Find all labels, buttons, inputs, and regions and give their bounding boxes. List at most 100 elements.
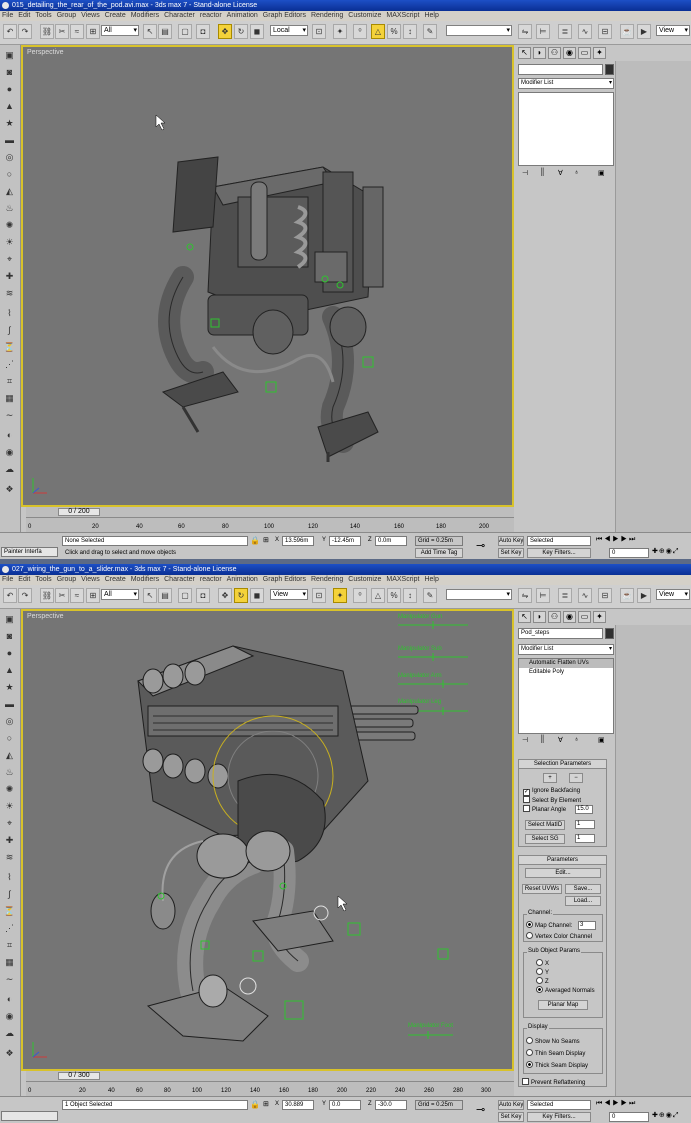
render-icon[interactable]: ◉	[3, 1010, 16, 1023]
configure-sets-icon[interactable]: ▣	[598, 169, 605, 177]
absolute-mode-icon[interactable]: ⊞	[263, 536, 269, 544]
menu-rendering[interactable]: Rendering	[311, 576, 343, 583]
modifier-list-dropdown[interactable]: Modifier List	[518, 78, 614, 89]
display-tab-icon[interactable]: ▭	[578, 47, 591, 59]
twist-icon[interactable]: ∫	[3, 324, 16, 337]
perspective-viewport[interactable]: Perspective Manipulator Gun Manipulator …	[21, 609, 514, 1071]
rotate-icon[interactable]: ↻	[234, 24, 248, 39]
spinner-snap-icon[interactable]: ↕	[403, 24, 417, 39]
star-icon[interactable]: ★	[3, 681, 16, 694]
time-slider[interactable]: 0 / 300	[26, 1071, 514, 1081]
percent-snap-icon[interactable]: %	[387, 24, 401, 39]
z-coordinate[interactable]: -30.0	[375, 1100, 407, 1110]
select-by-element-checkbox[interactable]: Select By Element	[523, 796, 581, 805]
show-end-result-icon[interactable]: ║	[540, 736, 545, 743]
hierarchy-tab-icon[interactable]: ⚇	[548, 47, 561, 59]
align-icon[interactable]: ⊨	[536, 588, 550, 603]
z-coordinate[interactable]: 0.0m	[375, 536, 407, 546]
object-name-field[interactable]: Pod_steps	[518, 628, 603, 639]
environment-icon[interactable]: ☁	[3, 1027, 16, 1040]
lock-icon[interactable]: 🔒	[250, 1100, 260, 1109]
lattice-icon[interactable]: ⌗	[3, 939, 16, 952]
current-frame-field[interactable]: 0	[609, 548, 649, 558]
set-key-button[interactable]: Set Key	[498, 1112, 524, 1122]
torus-icon[interactable]: ○	[3, 168, 16, 181]
scale-icon[interactable]: ◼	[250, 588, 264, 603]
robot-pod-model[interactable]	[23, 611, 512, 1069]
menu-create[interactable]: Create	[105, 12, 126, 19]
grow-selection-button[interactable]: +	[543, 773, 557, 783]
angle-snap-icon[interactable]: △	[371, 24, 385, 39]
rollout-header[interactable]: Selection Parameters	[519, 760, 606, 769]
lattice-icon[interactable]: ⌗	[3, 375, 16, 388]
planar-angle-checkbox[interactable]: Planar Angle	[523, 805, 566, 814]
spinner-snap-icon[interactable]: ↕	[403, 588, 417, 603]
menu-graph-editors[interactable]: Graph Editors	[263, 12, 306, 19]
pin-stack-icon[interactable]: ⊣	[522, 736, 528, 744]
add-time-tag-button[interactable]: Add Time Tag	[415, 548, 463, 558]
modifier-stack[interactable]: Automatic Flatten UVs Editable Poly	[518, 658, 614, 734]
spacewarp-icon[interactable]: ≋	[3, 851, 16, 864]
redo-icon[interactable]: ↷	[18, 24, 32, 39]
map-channel-radio[interactable]: Map Channel:	[526, 921, 572, 930]
shrink-selection-button[interactable]: −	[569, 773, 583, 783]
align-icon[interactable]: ⊨	[536, 24, 550, 39]
time-slider[interactable]: 0 / 200	[26, 507, 514, 517]
taper-icon[interactable]: ⏳	[3, 905, 16, 918]
tube-icon[interactable]: ◎	[3, 715, 16, 728]
select-matid-spinner[interactable]: 1	[575, 820, 595, 829]
rotate-icon[interactable]: ↻	[234, 588, 248, 603]
cylinder-icon[interactable]: ◙	[3, 630, 16, 643]
menu-character[interactable]: Character	[164, 12, 195, 19]
menu-animation[interactable]: Animation	[227, 12, 258, 19]
teapot-icon[interactable]: ♨	[3, 766, 16, 779]
select-icon[interactable]: ↖	[143, 588, 157, 603]
maxscript-listener[interactable]: Painter Interfa	[1, 547, 58, 557]
key-mode-dropdown[interactable]: Selected	[527, 1100, 591, 1110]
menu-modifiers[interactable]: Modifiers	[131, 576, 159, 583]
x-coordinate[interactable]: 13.596m	[282, 536, 314, 546]
menu-group[interactable]: Group	[57, 12, 76, 19]
thin-seam-radio[interactable]: Thin Seam Display	[526, 1049, 585, 1058]
x-radio[interactable]: X	[536, 959, 549, 968]
auto-key-button[interactable]: Auto Key	[498, 1100, 524, 1110]
curve-editor-icon[interactable]: ∿	[578, 24, 592, 39]
box-icon[interactable]: ▣	[3, 49, 16, 62]
link-icon[interactable]: ⛓	[40, 588, 54, 603]
select-sg-spinner[interactable]: 1	[575, 834, 595, 843]
playback-controls-icon[interactable]: ⏮◀▶▶⏭	[596, 536, 637, 544]
menu-tools[interactable]: Tools	[35, 576, 51, 583]
remove-modifier-icon[interactable]: ♁	[574, 169, 579, 176]
material-icon[interactable]: ◐	[3, 993, 16, 1006]
modify-tab-icon[interactable]: ◗	[533, 47, 546, 59]
make-unique-icon[interactable]: ∀	[558, 736, 563, 744]
light-icon[interactable]: ☀	[3, 800, 16, 813]
map-channel-spinner[interactable]: 3	[578, 921, 596, 930]
camera-icon[interactable]: ⌖	[3, 817, 16, 830]
y-coordinate[interactable]: 0.0	[329, 1100, 361, 1110]
torus-icon[interactable]: ○	[3, 732, 16, 745]
noise-icon[interactable]: ⋰	[3, 358, 16, 371]
environment-icon[interactable]: ☁	[3, 463, 16, 476]
rect-region-icon[interactable]: ▢	[178, 24, 192, 39]
menu-graph-editors[interactable]: Graph Editors	[263, 576, 306, 583]
sphere-icon[interactable]: ●	[3, 647, 16, 660]
menu-customize[interactable]: Customize	[348, 12, 381, 19]
scale-icon[interactable]: ◼	[250, 24, 264, 39]
menu-animation[interactable]: Animation	[227, 576, 258, 583]
angle-snap-icon[interactable]: △	[371, 588, 385, 603]
undo-icon[interactable]: ↶	[3, 588, 17, 603]
menu-tools[interactable]: Tools	[35, 12, 51, 19]
schematic-view-icon[interactable]: ⊟	[598, 24, 612, 39]
planar-map-button[interactable]: Planar Map	[538, 1000, 588, 1010]
cone-icon[interactable]: ▲	[3, 100, 16, 113]
menu-reactor[interactable]: reactor	[200, 12, 222, 19]
utilities-tab-icon[interactable]: ✦	[593, 611, 606, 623]
perspective-viewport[interactable]: Perspective	[21, 45, 514, 507]
sphere-icon[interactable]: ●	[3, 83, 16, 96]
curve-editor-icon[interactable]: ∿	[578, 588, 592, 603]
pivot-center-icon[interactable]: ⊡	[312, 588, 326, 603]
modifier-stack[interactable]	[518, 92, 614, 166]
track-bar[interactable]: 0 20 40 60 80 100 120 140 160 180 200 22…	[26, 1081, 514, 1096]
display-tab-icon[interactable]: ▭	[578, 611, 591, 623]
